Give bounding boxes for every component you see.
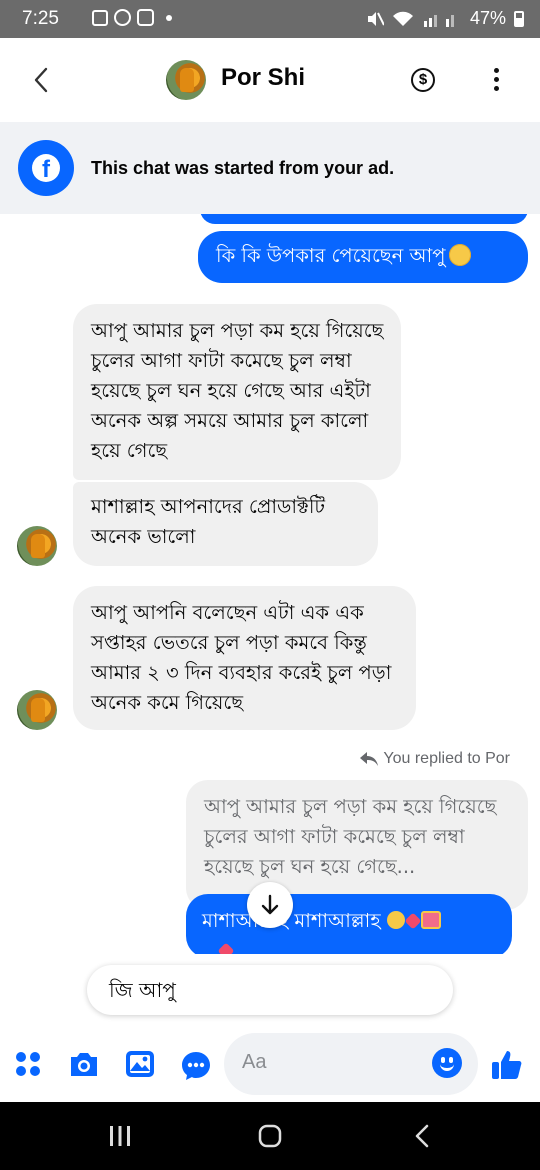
reply-indicator: You replied to Por: [359, 750, 510, 768]
system-nav-bar: [0, 1102, 540, 1170]
nav-back-icon[interactable]: [412, 1124, 432, 1148]
reply-label: You replied to Por: [383, 750, 510, 767]
outgoing-message[interactable]: মাশাআল্লাহ মাশাআল্লাহ: [186, 894, 512, 954]
whatsapp-notification-icon: [114, 9, 131, 26]
quoted-message[interactable]: আপু আমার চুল পড়া কম হয়ে গিয়েছে চুলের …: [186, 780, 528, 910]
status-right: 47%: [366, 8, 524, 29]
composer: Aa: [0, 1030, 540, 1102]
scroll-down-button[interactable]: [247, 882, 293, 928]
back-icon[interactable]: [30, 66, 54, 94]
chat-bubble-icon[interactable]: [180, 1050, 212, 1082]
sender-avatar[interactable]: [17, 690, 57, 730]
gift-heart-emoji-icon: [420, 911, 441, 929]
gallery-notification-icon: [92, 9, 108, 26]
facebook-icon: f: [18, 140, 74, 196]
suggested-reply[interactable]: জি আপু: [87, 965, 453, 1015]
incoming-message[interactable]: আপু আমার চুল পড়া কম হয়ে গিয়েছে চুলের …: [73, 304, 401, 480]
gallery-icon[interactable]: [125, 1050, 155, 1078]
signal-icon: [423, 14, 454, 27]
more-icon[interactable]: [494, 68, 500, 92]
quoted-text: আপু আমার চুল পড়া কম হয়ে গিয়েছে চুলের …: [204, 795, 497, 878]
more-notifications-icon: [166, 14, 172, 21]
message-input[interactable]: Aa: [224, 1033, 478, 1095]
hearts-emoji-icon: [217, 942, 235, 954]
status-bar: 7:25 47%: [0, 0, 540, 38]
menu-grid-icon[interactable]: [16, 1052, 42, 1078]
hearts-emoji-icon: [404, 912, 422, 930]
message-bubble-partial[interactable]: [200, 214, 528, 224]
incoming-message[interactable]: মাশাল্লাহ আপনাদের প্রোডাক্টটি অনেক ভালো: [73, 482, 378, 566]
incoming-message[interactable]: আপু আপনি বলেছেন এটা এক এক সপ্তাহর ভেতরে …: [73, 586, 416, 730]
status-time: 7:25: [22, 8, 59, 29]
home-icon[interactable]: [258, 1124, 282, 1148]
chat-header: Por Shi $: [0, 38, 540, 122]
battery-icon: [514, 10, 524, 27]
sender-avatar[interactable]: [17, 526, 57, 566]
wifi-icon: [392, 11, 413, 26]
smiley-emoji-icon: [449, 244, 472, 266]
message-text: আপু আপনি বলেছেন এটা এক এক সপ্তাহর ভেতরে …: [91, 601, 392, 714]
notification-icons: [92, 9, 172, 26]
tiktok-notification-icon: [137, 9, 154, 26]
camera-icon[interactable]: [68, 1050, 100, 1078]
suggested-reply-text: জি আপু: [109, 978, 176, 1002]
message-input-placeholder: Aa: [242, 1051, 267, 1073]
message-text: কি কি উপকার পেয়েছেন আপু: [216, 244, 446, 267]
contact-avatar[interactable]: [166, 60, 206, 100]
message-text: আপু আমার চুল পড়া কম হয়ে গিয়েছে চুলের …: [91, 319, 384, 462]
ad-banner: f This chat was started from your ad.: [0, 122, 540, 214]
reply-arrow-icon: [360, 752, 379, 766]
mute-icon: [367, 11, 384, 26]
outgoing-message[interactable]: কি কি উপকার পেয়েছেন আপু: [198, 231, 528, 283]
battery-percent: 47%: [469, 8, 506, 28]
emoji-icon[interactable]: [432, 1048, 462, 1078]
dollar-icon[interactable]: $: [411, 68, 435, 92]
banner-text: This chat was started from your ad.: [91, 158, 395, 178]
like-icon[interactable]: [490, 1048, 524, 1082]
message-text: মাশাল্লাহ আপনাদের প্রোডাক্টটি অনেক ভালো: [91, 495, 326, 548]
sun-emoji-icon: [386, 911, 405, 929]
contact-name[interactable]: Por Shi: [221, 64, 305, 92]
recents-icon[interactable]: [108, 1124, 132, 1148]
message-list[interactable]: কি কি উপকার পেয়েছেন আপু আপু আমার চুল পড…: [0, 214, 540, 954]
scroll-down-icon: [261, 894, 279, 915]
